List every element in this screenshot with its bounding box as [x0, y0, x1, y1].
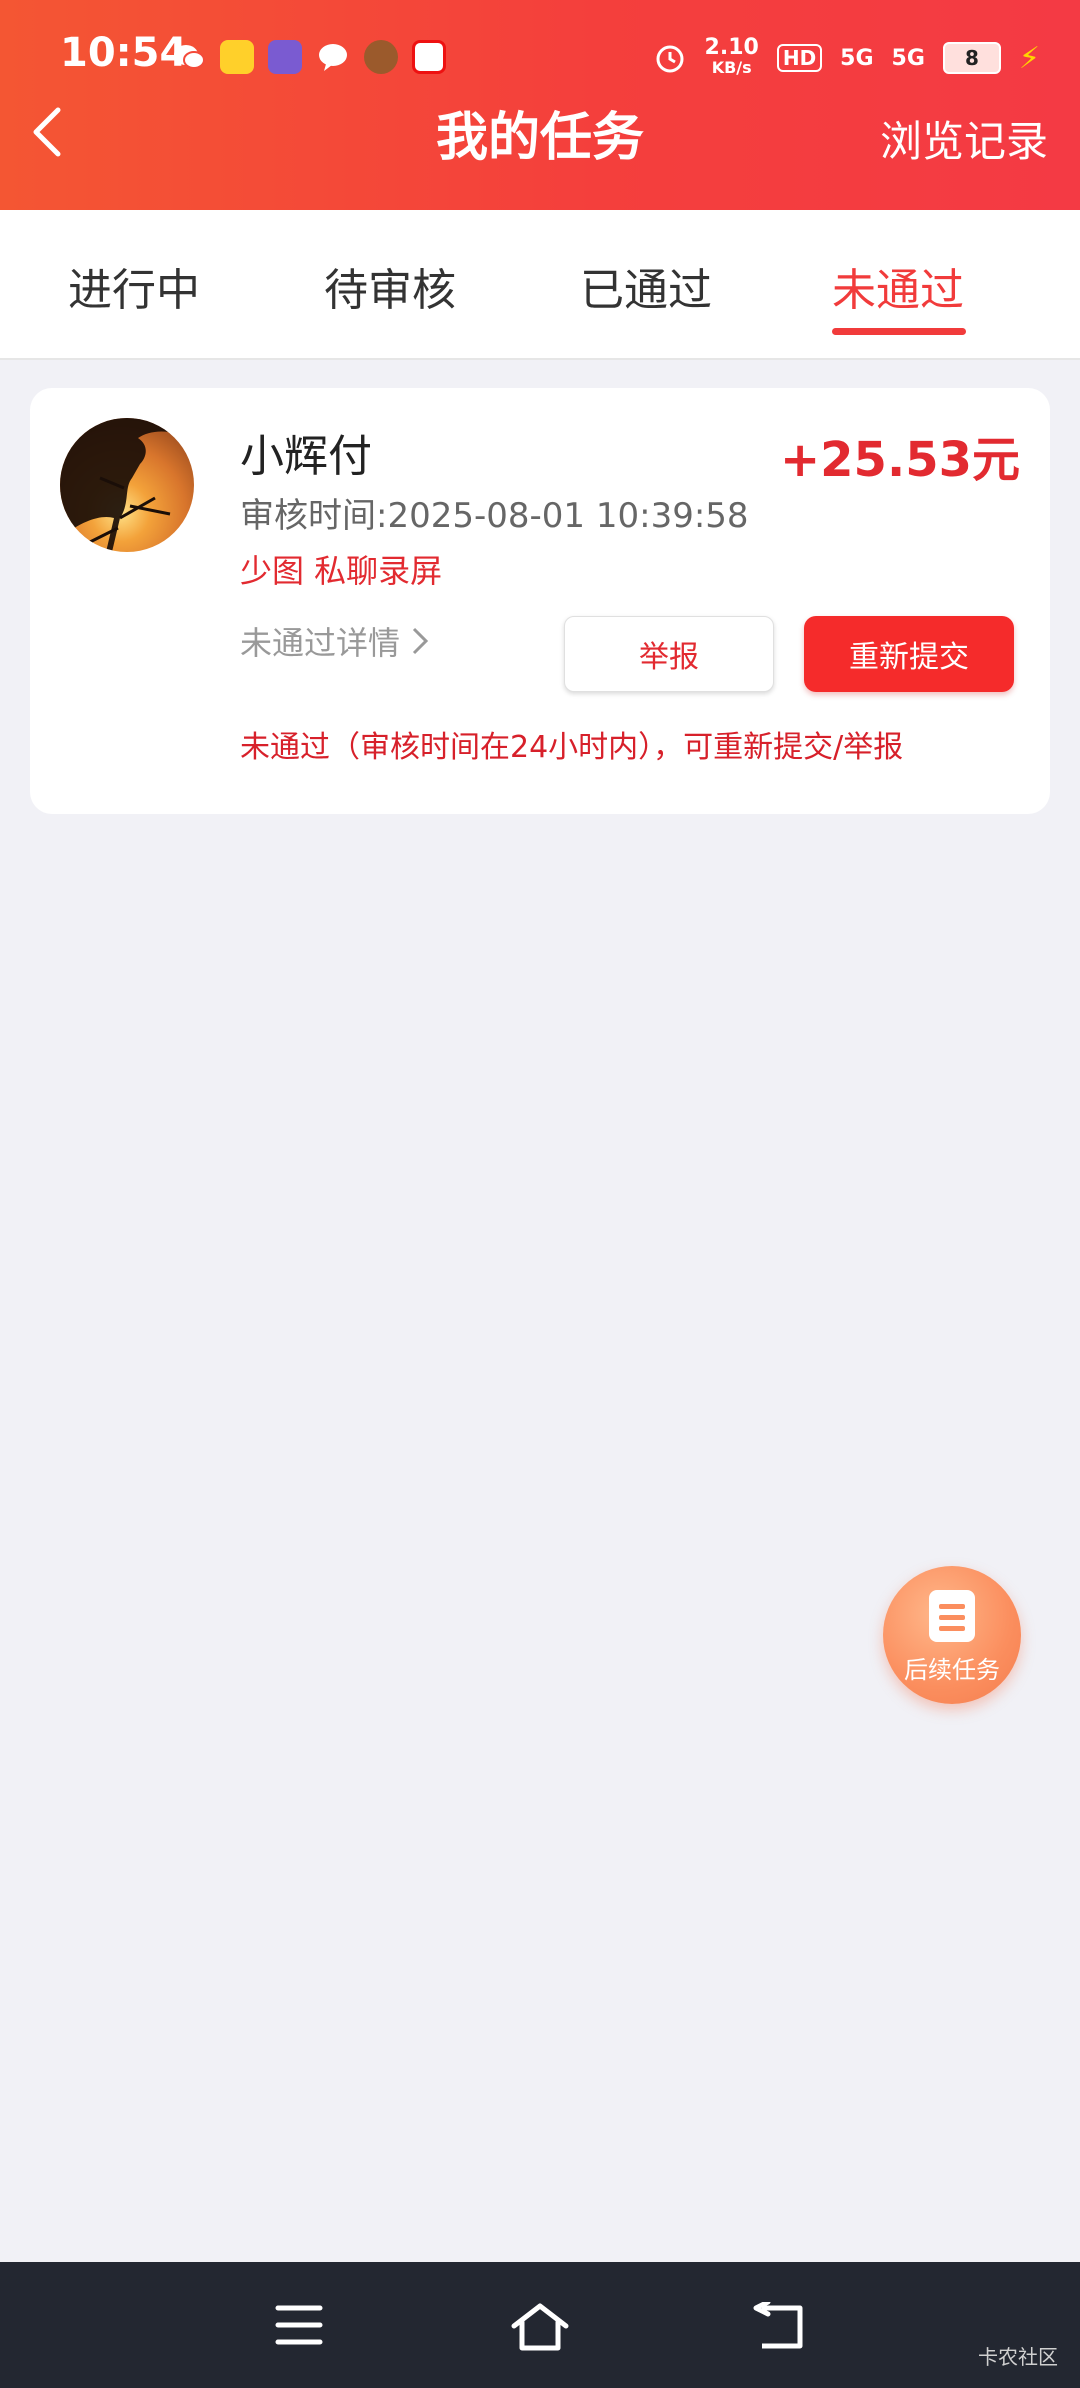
- reward-amount: +25.53元: [779, 432, 1020, 488]
- app-icon-red: [412, 40, 446, 74]
- message-icon: [316, 40, 350, 74]
- document-list-icon: [929, 1590, 975, 1642]
- app-icon-brown: [364, 40, 398, 74]
- browse-history-button[interactable]: 浏览记录: [880, 108, 1048, 169]
- review-time: 审核时间:2025-08-01 10:39:58: [240, 496, 749, 536]
- rejection-details-label: 未通过详情: [240, 624, 401, 662]
- active-tab-indicator: [832, 328, 966, 335]
- net-speed: 2.10 KB/s: [704, 35, 759, 78]
- signal-5g-2: 5G: [891, 45, 925, 71]
- task-card[interactable]: 小辉付 +25.53元 审核时间:2025-08-01 10:39:58 少图 …: [30, 388, 1050, 814]
- alarm-icon: [656, 45, 684, 73]
- status-tabs: 进行中 待审核 已通过 未通过: [0, 210, 1080, 360]
- rejection-notice: 未通过（审核时间在24小时内），可重新提交/举报: [240, 730, 904, 765]
- task-name: 小辉付: [240, 431, 372, 482]
- status-right: 2.10 KB/s HD 5G 5G 8 ⚡: [653, 35, 1040, 78]
- charging-icon: ⚡: [1018, 40, 1040, 76]
- app-header: 10:54 2.10 KB/s HD 5G 5G 8 ⚡ 我的任务 浏览记录: [0, 0, 1080, 210]
- menu-icon[interactable]: [274, 2302, 324, 2348]
- avatar: [60, 418, 194, 552]
- tab-pending-review[interactable]: 待审核: [324, 254, 456, 318]
- notification-icons: [172, 40, 446, 74]
- net-speed-unit: KB/s: [711, 58, 752, 77]
- system-nav-bar: 卡农社区: [0, 2262, 1080, 2388]
- status-time: 10:54: [60, 30, 188, 76]
- chevron-right-icon: [412, 627, 429, 655]
- hd-icon: HD: [776, 44, 823, 72]
- tab-in-progress[interactable]: 进行中: [68, 254, 200, 318]
- app-icon-purple: [268, 40, 302, 74]
- back-nav-icon[interactable]: [752, 2302, 806, 2352]
- report-button[interactable]: 举报: [564, 616, 774, 692]
- resubmit-button[interactable]: 重新提交: [804, 616, 1014, 692]
- follow-up-tasks-button[interactable]: 后续任务: [883, 1566, 1021, 1704]
- rejection-details-link[interactable]: 未通过详情: [240, 618, 430, 664]
- tab-rejected[interactable]: 未通过: [832, 254, 964, 318]
- wechat-icon: [172, 40, 206, 74]
- home-icon[interactable]: [510, 2302, 570, 2352]
- watermark: 卡农社区: [978, 2345, 1058, 2369]
- signal-5g-1: 5G: [840, 45, 874, 71]
- battery-level: 8: [964, 46, 979, 70]
- battery-icon: 8: [942, 42, 1001, 74]
- rejection-reason: 少图 私聊录屏: [240, 552, 443, 590]
- follow-up-tasks-label: 后续任务: [904, 1656, 1000, 1684]
- tab-approved[interactable]: 已通过: [580, 254, 712, 318]
- net-speed-value: 2.10: [704, 35, 759, 60]
- app-icon-yellow: [220, 40, 254, 74]
